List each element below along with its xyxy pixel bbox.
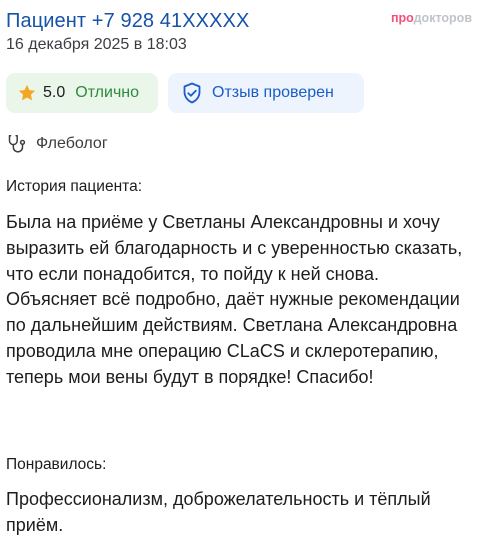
brand-logo-part2: докторов (413, 11, 472, 25)
prodoctorov-logo[interactable]: продокторов (391, 10, 472, 26)
liked-heading: Понравилось: (6, 456, 107, 473)
verified-badge: Отзыв проверен (168, 73, 364, 113)
stethoscope-icon (6, 133, 28, 155)
brand-logo-part1: про (390, 11, 414, 25)
star-icon (17, 83, 37, 103)
patient-story-heading: История пациента: (6, 178, 142, 195)
review-card: Пациент +7 928 41XXXXX 16 декабря 2025 в… (6, 0, 478, 546)
specialty-label: Флеболог (36, 135, 108, 152)
rating-label: Отлично (75, 84, 140, 101)
review-date: 16 декабря 2025 в 18:03 (6, 36, 187, 53)
rating-value: 5.0 (43, 84, 66, 101)
shield-check-icon (180, 81, 204, 105)
patient-name-link[interactable]: Пациент +7 928 41XXXXX (6, 8, 249, 34)
rating-badge: 5.0 Отлично (6, 73, 158, 113)
review-badges: 5.0 Отлично Отзыв проверен (6, 73, 364, 113)
review-header: Пациент +7 928 41XXXXX 16 декабря 2025 в… (6, 0, 478, 60)
verified-label: Отзыв проверен (212, 84, 334, 101)
doctor-specialty: Флеболог (6, 132, 108, 156)
liked-text: Профессионализм, доброжелательность и тё… (6, 489, 431, 535)
patient-story-text: Была на приёме у Светланы Александровны … (6, 212, 463, 387)
